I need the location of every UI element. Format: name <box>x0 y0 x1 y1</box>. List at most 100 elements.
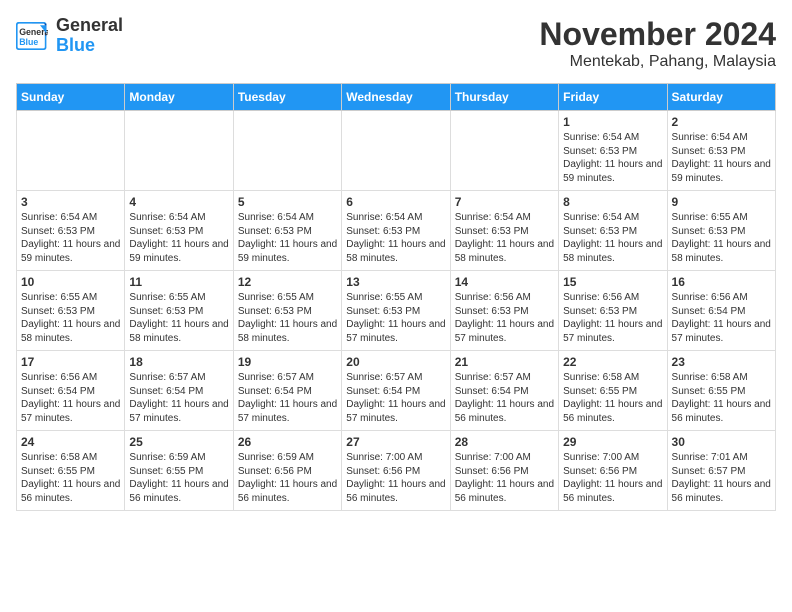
calendar-cell: 6 Sunrise: 6:54 AMSunset: 6:53 PMDayligh… <box>342 191 450 271</box>
header-monday: Monday <box>125 84 233 111</box>
day-info: Sunrise: 6:54 AMSunset: 6:53 PMDaylight:… <box>455 211 554 265</box>
calendar-cell: 4 Sunrise: 6:54 AMSunset: 6:53 PMDayligh… <box>125 191 233 271</box>
day-number: 23 <box>672 355 771 369</box>
day-number: 12 <box>238 275 337 289</box>
day-number: 15 <box>563 275 662 289</box>
day-info: Sunrise: 7:01 AMSunset: 6:57 PMDaylight:… <box>672 451 771 505</box>
calendar-week-4: 24 Sunrise: 6:58 AMSunset: 6:55 PMDaylig… <box>17 431 776 511</box>
calendar-cell: 9 Sunrise: 6:55 AMSunset: 6:53 PMDayligh… <box>667 191 775 271</box>
calendar-cell: 15 Sunrise: 6:56 AMSunset: 6:53 PMDaylig… <box>559 271 667 351</box>
day-info: Sunrise: 6:54 AMSunset: 6:53 PMDaylight:… <box>672 131 771 185</box>
header-tuesday: Tuesday <box>233 84 341 111</box>
calendar-cell: 14 Sunrise: 6:56 AMSunset: 6:53 PMDaylig… <box>450 271 558 351</box>
day-number: 3 <box>21 195 120 209</box>
day-number: 17 <box>21 355 120 369</box>
day-number: 11 <box>129 275 228 289</box>
header-sunday: Sunday <box>17 84 125 111</box>
day-info: Sunrise: 6:55 AMSunset: 6:53 PMDaylight:… <box>346 291 445 345</box>
logo: General Blue General Blue <box>16 16 123 56</box>
day-info: Sunrise: 6:59 AMSunset: 6:55 PMDaylight:… <box>129 451 228 505</box>
day-number: 30 <box>672 435 771 449</box>
svg-text:Blue: Blue <box>19 37 38 47</box>
calendar-body: 1 Sunrise: 6:54 AMSunset: 6:53 PMDayligh… <box>17 111 776 511</box>
header-wednesday: Wednesday <box>342 84 450 111</box>
day-info: Sunrise: 6:55 AMSunset: 6:53 PMDaylight:… <box>129 291 228 345</box>
calendar-cell: 2 Sunrise: 6:54 AMSunset: 6:53 PMDayligh… <box>667 111 775 191</box>
day-number: 20 <box>346 355 445 369</box>
day-number: 9 <box>672 195 771 209</box>
day-number: 22 <box>563 355 662 369</box>
month-title: November 2024 <box>539 16 776 53</box>
day-info: Sunrise: 6:54 AMSunset: 6:53 PMDaylight:… <box>21 211 120 265</box>
day-info: Sunrise: 6:58 AMSunset: 6:55 PMDaylight:… <box>563 371 662 425</box>
calendar-week-0: 1 Sunrise: 6:54 AMSunset: 6:53 PMDayligh… <box>17 111 776 191</box>
calendar-cell: 23 Sunrise: 6:58 AMSunset: 6:55 PMDaylig… <box>667 351 775 431</box>
day-info: Sunrise: 6:54 AMSunset: 6:53 PMDaylight:… <box>129 211 228 265</box>
day-info: Sunrise: 6:56 AMSunset: 6:53 PMDaylight:… <box>455 291 554 345</box>
day-number: 19 <box>238 355 337 369</box>
day-info: Sunrise: 6:56 AMSunset: 6:54 PMDaylight:… <box>21 371 120 425</box>
calendar-cell: 25 Sunrise: 6:59 AMSunset: 6:55 PMDaylig… <box>125 431 233 511</box>
day-number: 29 <box>563 435 662 449</box>
calendar-cell <box>450 111 558 191</box>
logo-text: General Blue <box>56 16 123 56</box>
calendar-cell: 29 Sunrise: 7:00 AMSunset: 6:56 PMDaylig… <box>559 431 667 511</box>
calendar-cell: 5 Sunrise: 6:54 AMSunset: 6:53 PMDayligh… <box>233 191 341 271</box>
calendar-cell: 10 Sunrise: 6:55 AMSunset: 6:53 PMDaylig… <box>17 271 125 351</box>
day-number: 4 <box>129 195 228 209</box>
header-saturday: Saturday <box>667 84 775 111</box>
day-number: 7 <box>455 195 554 209</box>
calendar-cell: 1 Sunrise: 6:54 AMSunset: 6:53 PMDayligh… <box>559 111 667 191</box>
day-number: 14 <box>455 275 554 289</box>
header-thursday: Thursday <box>450 84 558 111</box>
location-subtitle: Mentekab, Pahang, Malaysia <box>539 53 776 71</box>
day-number: 8 <box>563 195 662 209</box>
day-info: Sunrise: 6:56 AMSunset: 6:53 PMDaylight:… <box>563 291 662 345</box>
day-number: 26 <box>238 435 337 449</box>
day-number: 10 <box>21 275 120 289</box>
calendar-cell: 16 Sunrise: 6:56 AMSunset: 6:54 PMDaylig… <box>667 271 775 351</box>
calendar-cell: 7 Sunrise: 6:54 AMSunset: 6:53 PMDayligh… <box>450 191 558 271</box>
day-info: Sunrise: 6:54 AMSunset: 6:53 PMDaylight:… <box>346 211 445 265</box>
day-info: Sunrise: 7:00 AMSunset: 6:56 PMDaylight:… <box>455 451 554 505</box>
calendar-cell: 19 Sunrise: 6:57 AMSunset: 6:54 PMDaylig… <box>233 351 341 431</box>
day-number: 27 <box>346 435 445 449</box>
day-info: Sunrise: 6:55 AMSunset: 6:53 PMDaylight:… <box>238 291 337 345</box>
header-row: Sunday Monday Tuesday Wednesday Thursday… <box>17 84 776 111</box>
day-number: 2 <box>672 115 771 129</box>
day-number: 5 <box>238 195 337 209</box>
day-number: 16 <box>672 275 771 289</box>
calendar-cell: 27 Sunrise: 7:00 AMSunset: 6:56 PMDaylig… <box>342 431 450 511</box>
calendar-cell <box>125 111 233 191</box>
calendar-cell <box>342 111 450 191</box>
calendar-table: Sunday Monday Tuesday Wednesday Thursday… <box>16 83 776 511</box>
day-info: Sunrise: 6:58 AMSunset: 6:55 PMDaylight:… <box>21 451 120 505</box>
calendar-cell: 18 Sunrise: 6:57 AMSunset: 6:54 PMDaylig… <box>125 351 233 431</box>
calendar-cell: 17 Sunrise: 6:56 AMSunset: 6:54 PMDaylig… <box>17 351 125 431</box>
calendar-header: Sunday Monday Tuesday Wednesday Thursday… <box>17 84 776 111</box>
day-info: Sunrise: 6:57 AMSunset: 6:54 PMDaylight:… <box>346 371 445 425</box>
page-header: General Blue General Blue November 2024 … <box>16 16 776 71</box>
day-info: Sunrise: 6:54 AMSunset: 6:53 PMDaylight:… <box>563 211 662 265</box>
day-number: 13 <box>346 275 445 289</box>
calendar-cell: 24 Sunrise: 6:58 AMSunset: 6:55 PMDaylig… <box>17 431 125 511</box>
header-friday: Friday <box>559 84 667 111</box>
day-number: 21 <box>455 355 554 369</box>
day-info: Sunrise: 6:56 AMSunset: 6:54 PMDaylight:… <box>672 291 771 345</box>
calendar-week-2: 10 Sunrise: 6:55 AMSunset: 6:53 PMDaylig… <box>17 271 776 351</box>
day-number: 18 <box>129 355 228 369</box>
calendar-cell: 3 Sunrise: 6:54 AMSunset: 6:53 PMDayligh… <box>17 191 125 271</box>
calendar-cell <box>17 111 125 191</box>
logo-icon: General Blue <box>16 22 48 50</box>
day-number: 1 <box>563 115 662 129</box>
calendar-cell: 20 Sunrise: 6:57 AMSunset: 6:54 PMDaylig… <box>342 351 450 431</box>
calendar-cell: 12 Sunrise: 6:55 AMSunset: 6:53 PMDaylig… <box>233 271 341 351</box>
day-info: Sunrise: 6:54 AMSunset: 6:53 PMDaylight:… <box>238 211 337 265</box>
day-info: Sunrise: 6:58 AMSunset: 6:55 PMDaylight:… <box>672 371 771 425</box>
day-info: Sunrise: 6:57 AMSunset: 6:54 PMDaylight:… <box>129 371 228 425</box>
day-info: Sunrise: 6:55 AMSunset: 6:53 PMDaylight:… <box>672 211 771 265</box>
calendar-week-3: 17 Sunrise: 6:56 AMSunset: 6:54 PMDaylig… <box>17 351 776 431</box>
calendar-cell: 26 Sunrise: 6:59 AMSunset: 6:56 PMDaylig… <box>233 431 341 511</box>
calendar-cell <box>233 111 341 191</box>
day-number: 24 <box>21 435 120 449</box>
